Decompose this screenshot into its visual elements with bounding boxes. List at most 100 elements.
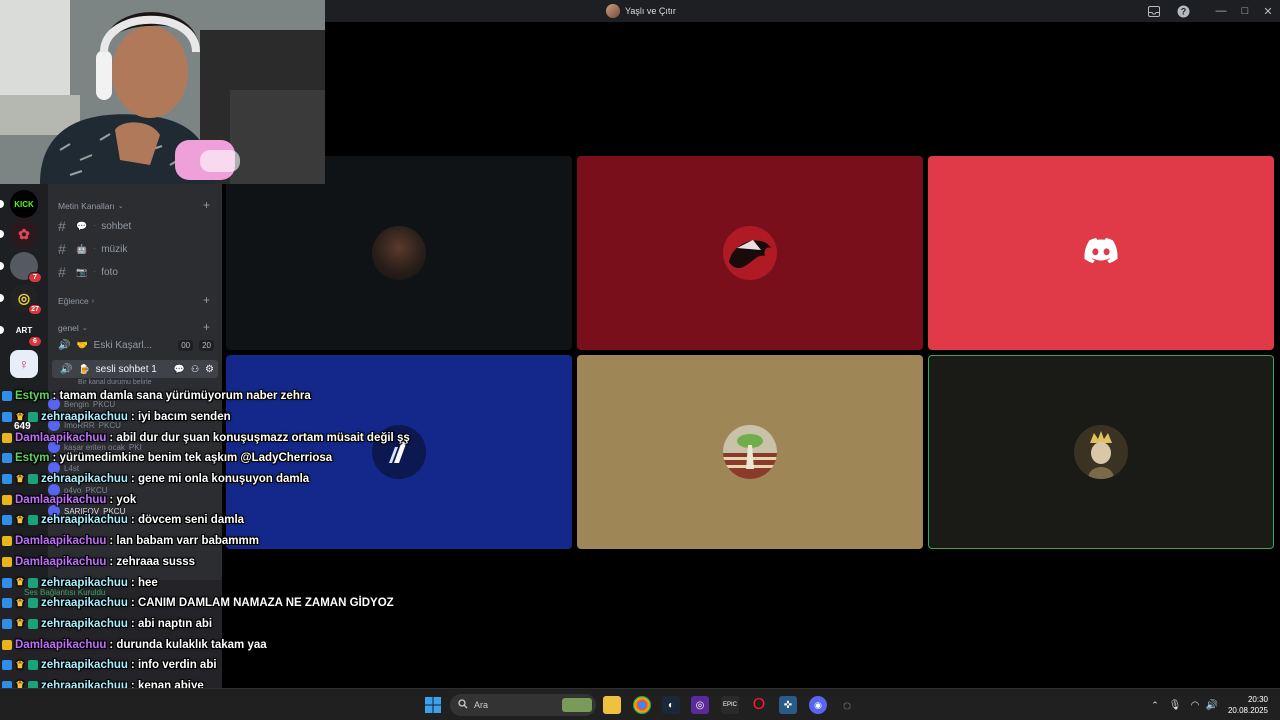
video-tile-2[interactable]: [577, 156, 923, 350]
minimize-button[interactable]: —: [1214, 4, 1228, 18]
webcam-overlay: [0, 0, 325, 184]
voice-channel-eski[interactable]: 🔊 🤝 Eski Kaşarl... 00 20: [58, 340, 214, 351]
search-placeholder: Ara: [474, 700, 489, 710]
blue-badge-icon: [2, 412, 12, 423]
channel-status-hint[interactable]: Bir kanal durumu belirle: [78, 379, 152, 386]
video-tile-1[interactable]: [226, 156, 572, 350]
blue-badge-icon: [2, 577, 12, 588]
yellow-badge-icon: [2, 536, 12, 547]
video-tile-3[interactable]: [928, 156, 1274, 350]
server-avatar-icon[interactable]: 7: [10, 252, 42, 283]
chat-message: Estym: yürümedimkine benim tek aşkım @La…: [2, 448, 442, 469]
user-count-badge: 00: [178, 340, 194, 351]
unread-pill: [0, 230, 4, 238]
add-channel-button[interactable]: +: [203, 198, 210, 212]
chat-text: : hee: [130, 576, 158, 589]
chat-username: zehraapikachuu: [41, 597, 128, 610]
channel-dot: ·: [93, 269, 96, 275]
chat-text: : iyi bacım senden: [130, 411, 231, 424]
tray-chevron-up-icon[interactable]: ⌃: [1146, 696, 1164, 714]
microphone-icon[interactable]: 🎙: [1166, 696, 1184, 714]
crown-badge-icon: ♛: [15, 597, 25, 609]
user-count-current: 00: [181, 341, 191, 350]
windows-start-icon[interactable]: [424, 696, 442, 714]
chrome-icon[interactable]: [633, 696, 651, 714]
chat-text: : zehraaa susss: [109, 555, 196, 568]
chat-message: ♛ zehraapikachuu: gene mi onla konuşuyon …: [2, 469, 442, 490]
window-title-text: Yaşlı ve Çıtır: [625, 6, 676, 16]
chat-username: zehraapikachuu: [41, 411, 128, 424]
app-icon[interactable]: ◎: [691, 696, 709, 714]
clock-time: 20:30: [1247, 695, 1268, 704]
taskbar-search[interactable]: Ara: [450, 694, 596, 716]
webcam-feed-image: [0, 0, 325, 184]
channel-emoji: 📷: [76, 266, 88, 277]
server-rose-icon[interactable]: ✿: [10, 220, 38, 248]
add-channel-button[interactable]: +: [203, 320, 210, 334]
server-kick-icon[interactable]: KICK: [10, 190, 38, 218]
category-eglence[interactable]: Eğlence ›: [58, 296, 94, 306]
chevron-down-icon: ⌄: [81, 325, 88, 332]
blue-badge-icon: [2, 474, 12, 485]
gift-badge-icon: [28, 598, 38, 609]
gift-badge-icon: [28, 618, 38, 629]
category-text-channels[interactable]: Metin Kanalları ⌄: [58, 201, 124, 211]
chat-username: Damlaapikachuu: [15, 431, 107, 444]
category-genel[interactable]: genel ⌄: [58, 323, 88, 333]
chat-text: : yürümedimkine benim tek aşkım @LadyChe…: [52, 452, 333, 465]
video-tile-6-speaking[interactable]: [928, 355, 1274, 549]
chat-username: zehraapikachuu: [41, 576, 128, 589]
channel-muzik[interactable]: # 🤖 · müzik: [58, 241, 127, 257]
video-tile-5[interactable]: [577, 355, 923, 549]
server-avatar-icon: [606, 4, 620, 18]
blue-badge-icon: [2, 391, 12, 402]
gift-badge-icon: [28, 577, 38, 588]
discord-icon[interactable]: ◉: [809, 696, 827, 714]
maximize-button[interactable]: □: [1238, 4, 1252, 18]
search-highlight-icon: [562, 698, 592, 712]
crown-badge-icon: ♛: [15, 618, 25, 630]
chevron-down-icon: ⌄: [117, 203, 124, 210]
chat-message: ♛ zehraapikachuu: hee: [2, 572, 442, 593]
help-icon[interactable]: ?: [1176, 4, 1190, 18]
gear-icon[interactable]: ⚙: [205, 364, 214, 375]
file-explorer-icon[interactable]: [603, 696, 621, 714]
app-icon[interactable]: ✜: [779, 696, 797, 714]
channel-sohbet[interactable]: # 💬 · sohbet: [58, 218, 131, 234]
close-button[interactable]: ✕: [1261, 4, 1275, 18]
channel-foto[interactable]: # 📷 · foto: [58, 264, 118, 280]
volume-icon[interactable]: 🔊: [1203, 696, 1221, 714]
server-art-icon[interactable]: ART 6: [10, 316, 42, 347]
epic-games-icon[interactable]: EPIC: [721, 696, 739, 714]
blue-badge-icon: [2, 618, 12, 629]
gift-badge-icon: [28, 515, 38, 526]
inbox-icon[interactable]: [1147, 4, 1161, 18]
window-title: Yaşlı ve Çıtır: [606, 3, 676, 19]
obs-icon[interactable]: ◌: [838, 696, 856, 714]
discord-logo-icon: [1084, 237, 1118, 269]
opera-icon[interactable]: O: [750, 696, 768, 714]
server-label: ART: [15, 325, 33, 335]
chat-message: ♛ zehraapikachuu: abi naptın abi: [2, 614, 442, 635]
speaker-icon: 🔊: [58, 340, 71, 351]
server-q-icon[interactable]: ◎ 27: [10, 284, 42, 315]
chat-bubble-icon[interactable]: 💬: [174, 364, 185, 375]
chat-message: Damlaapikachuu: yok: [2, 489, 442, 510]
steam-icon[interactable]: ◐: [662, 696, 680, 714]
chat-username: zehraapikachuu: [41, 473, 128, 486]
yellow-badge-icon: [2, 432, 12, 443]
clock[interactable]: 20:30 20.08.2025: [1228, 694, 1268, 716]
wifi-icon[interactable]: ◠: [1186, 696, 1204, 714]
yellow-badge-icon: [2, 639, 12, 650]
voice-channel-sesli-sohbet[interactable]: 🔊 🍺 sesli sohbet 1 💬 ⚇ ⚙: [52, 360, 218, 378]
server-anime-icon[interactable]: ♀: [10, 350, 38, 378]
chat-username: Estym: [15, 452, 50, 465]
taskbar: Ara ◐ ◎ EPIC O ✜ ◉ ◌ ⌃ 🎙 ◠ 🔊 20:30 20.08…: [0, 688, 1280, 720]
chat-text: : info verdin abi: [130, 659, 217, 672]
category-label: Metin Kanalları: [58, 201, 115, 211]
mention-badge: 7: [28, 272, 42, 283]
add-member-icon[interactable]: ⚇: [191, 364, 199, 375]
add-channel-button[interactable]: +: [203, 293, 210, 307]
chat-message: Estym: tamam damla sana yürümüyorum nabe…: [2, 386, 442, 407]
blue-badge-icon: [2, 660, 12, 671]
